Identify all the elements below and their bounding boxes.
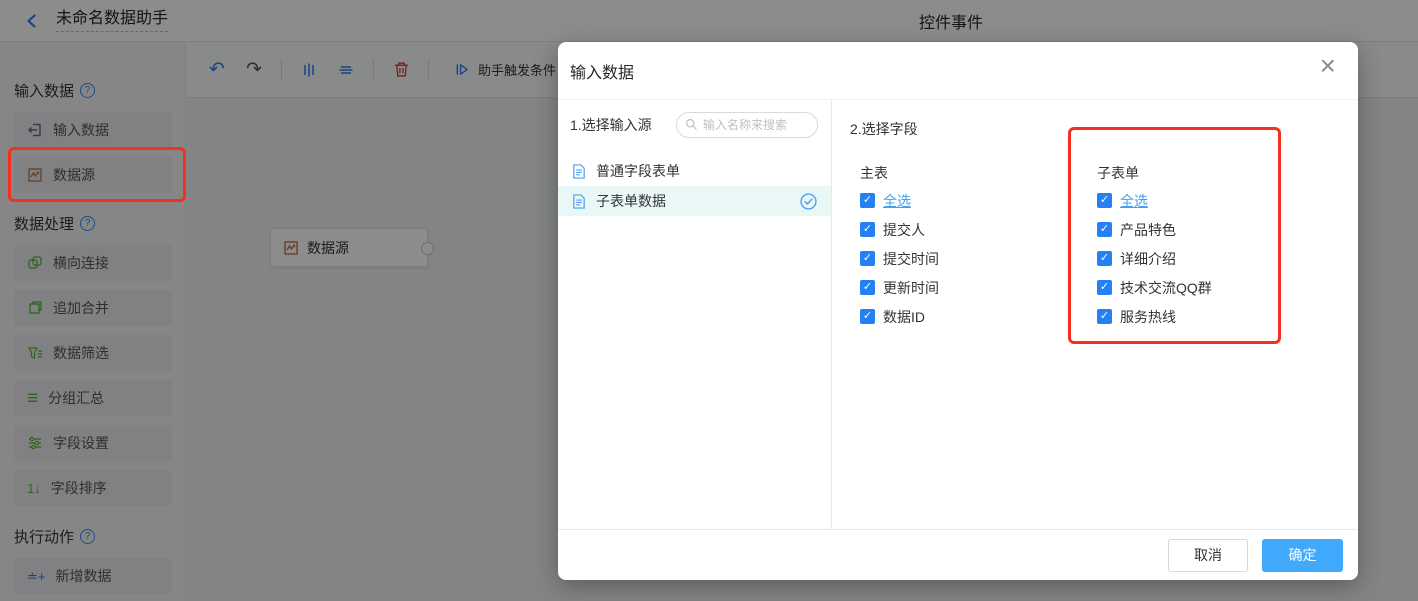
- source-item-label: 普通字段表单: [596, 163, 680, 179]
- check-circle-icon: [800, 192, 817, 210]
- field-group-title: 主表: [860, 165, 888, 181]
- annotation-box-datasource: [8, 147, 186, 202]
- annotation-box-subform-fields: [1068, 127, 1281, 344]
- source-item-normal-form[interactable]: 普通字段表单: [558, 156, 831, 186]
- document-icon: [573, 193, 585, 209]
- field-option[interactable]: ✓ 提交人: [860, 222, 1087, 238]
- close-icon[interactable]: ×: [1320, 52, 1336, 80]
- checkbox-checked[interactable]: ✓: [860, 251, 875, 266]
- search-box: [676, 112, 818, 138]
- source-item-label: 子表单数据: [596, 193, 666, 209]
- document-icon: [573, 163, 585, 179]
- checkbox-checked[interactable]: ✓: [860, 222, 875, 237]
- modal-footer: 取消 确定: [558, 529, 1358, 580]
- modal-title: 输入数据: [570, 64, 635, 82]
- cancel-button[interactable]: 取消: [1168, 538, 1248, 572]
- field-option[interactable]: ✓ 更新时间: [860, 280, 1087, 296]
- field-option[interactable]: ✓ 提交时间: [860, 251, 1087, 267]
- step-label-select-source: 1.选择输入源: [570, 117, 652, 133]
- source-list: 普通字段表单 子表单数据: [558, 156, 831, 216]
- field-option-select-all[interactable]: ✓ 全选: [860, 193, 1087, 209]
- confirm-button[interactable]: 确定: [1262, 538, 1343, 572]
- field-group-main-table: 主表 ✓ 全选 ✓ 提交人 ✓ 提交时间 ✓ 更新时间 ✓ 数据ID: [850, 163, 1087, 338]
- checkbox-checked[interactable]: ✓: [860, 280, 875, 295]
- modal-header: 输入数据 ×: [558, 42, 1358, 100]
- checkbox-checked[interactable]: ✓: [860, 309, 875, 324]
- checkbox-checked[interactable]: ✓: [860, 193, 875, 208]
- app-root: 未命名数据助手 控件事件 输入数据 ? 输入数据 数据源 数据处理 ? 横向连接…: [0, 0, 1418, 601]
- source-panel: 1.选择输入源 普通字段: [558, 100, 832, 529]
- field-option[interactable]: ✓ 数据ID: [860, 309, 1087, 325]
- source-item-subform-data[interactable]: 子表单数据: [558, 186, 831, 216]
- search-icon: [686, 119, 697, 130]
